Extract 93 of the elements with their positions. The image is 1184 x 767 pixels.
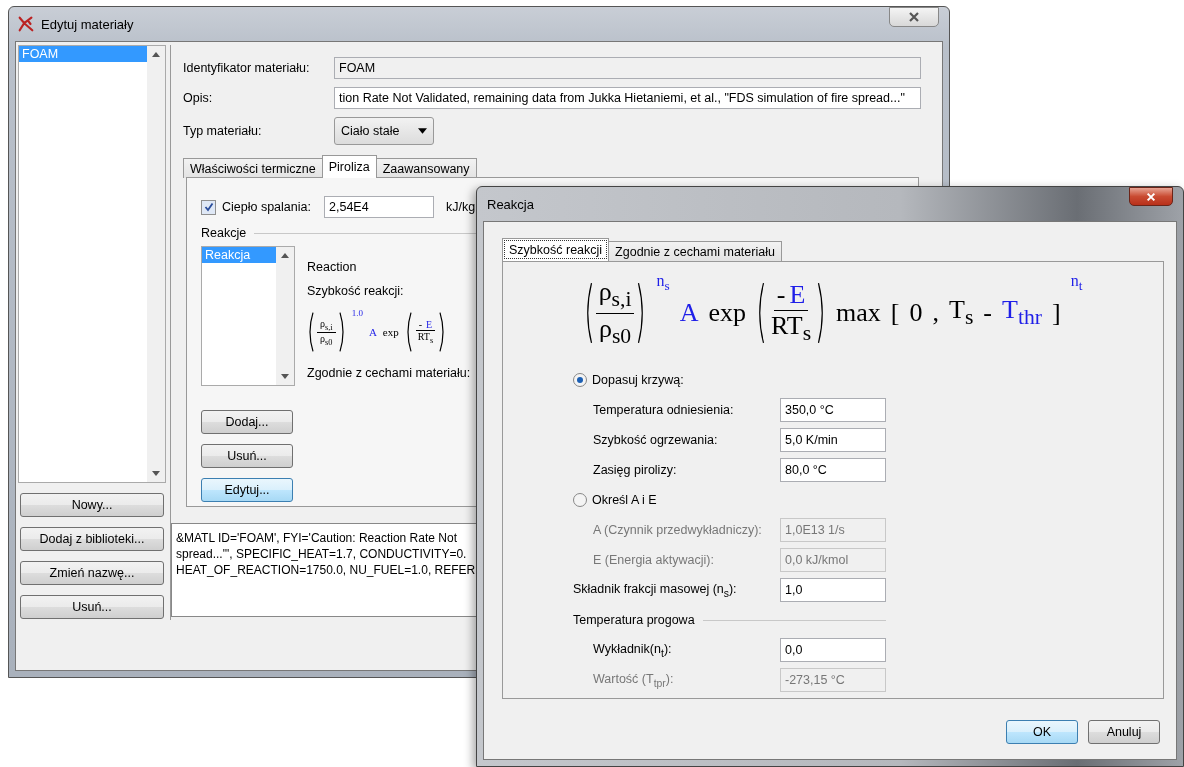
formula-term: T$_{s}$: [949, 295, 974, 331]
formula-term: ρ$_{s0}$: [320, 332, 333, 347]
formula-term: exp: [708, 298, 746, 328]
scroll-up-icon[interactable]: [281, 253, 289, 258]
option-label: Określ A i E: [592, 493, 657, 507]
field-label: Składnik frakcji masowej (n$_{s}$):: [573, 581, 738, 599]
field-label: Temperatura odniesienia:: [593, 403, 735, 417]
tab[interactable]: Właściwości termiczne: [183, 158, 323, 178]
group-label: Temperatura progowa: [573, 613, 695, 627]
parenthesis-icon: [756, 282, 766, 344]
side-button[interactable]: Zmień nazwę...: [20, 561, 164, 585]
formula-term: RT$_{s}$: [417, 331, 434, 345]
close-button[interactable]: [1129, 187, 1173, 206]
checkbox[interactable]: [201, 199, 216, 215]
parenthesis-icon: [438, 312, 447, 352]
formula-term: ρ$_{s,i}$: [320, 317, 333, 332]
close-icon: [1145, 191, 1157, 202]
formula-term: RT$_{s}$: [771, 310, 812, 347]
tab[interactable]: Zaawansowany: [375, 158, 477, 178]
formula-term: ρ$_{s,i}$: [598, 277, 632, 313]
parenthesis-icon: [404, 312, 413, 352]
output-line: &MATL ID='FOAM', FYI='Caution: Reaction Rate Not: [176, 530, 457, 546]
formula-term: A: [679, 298, 699, 328]
formula-term: n$_{s}$: [656, 272, 670, 289]
side-button[interactable]: Usuń...: [20, 595, 164, 619]
field-label: Identyfikator materiału:: [183, 61, 311, 75]
scrollbar[interactable]: [147, 46, 165, 482]
formula-term: exp: [382, 326, 399, 338]
formula-term: -: [776, 279, 786, 310]
close-icon: [907, 11, 921, 23]
reaction-button[interactable]: Dodaj...: [201, 410, 293, 434]
field-label: Ciepło spalania:: [222, 200, 312, 214]
field-label: Zasięg pirolizy:: [593, 463, 678, 477]
formula-term: A: [368, 326, 377, 338]
output-line: HEAT_OF_REACTION=1750.0, NU_FUEL=1.0, REFER: [176, 562, 476, 578]
side-button[interactable]: Dodaj z biblioteki...: [20, 527, 164, 551]
description-field[interactable]: tion Rate Not Validated, remaining data from Jukka Hietaniemi, et al., "FDS simulation of fire spread...": [334, 87, 921, 109]
reaction-name: Reaction: [307, 260, 358, 274]
value-field[interactable]: 0,0: [780, 638, 886, 662]
unit-label: kJ/kg: [446, 200, 476, 214]
formula-term: ]: [1052, 298, 1061, 328]
scroll-up-icon[interactable]: [152, 52, 160, 57]
radio-button[interactable]: [573, 493, 587, 507]
dialog-title: Reakcja: [487, 196, 535, 212]
formula-term: E: [426, 319, 433, 330]
tab[interactable]: Zgodnie z cechami materiału: [608, 241, 782, 261]
formula-term: 1.0: [351, 308, 363, 318]
dialog-button[interactable]: OK: [1006, 720, 1078, 744]
app-icon: [17, 15, 35, 33]
value-field[interactable]: 350,0 °C: [780, 398, 886, 422]
formula-term: -: [983, 298, 993, 328]
group-label: Reakcje: [201, 226, 247, 240]
tab[interactable]: Szybkość reakcji: [502, 238, 610, 261]
formula-term: ,: [932, 298, 940, 328]
option-label: Dopasuj krzywą:: [592, 373, 684, 387]
scroll-down-icon[interactable]: [281, 374, 289, 379]
formula-term: [: [890, 298, 900, 328]
scroll-down-icon[interactable]: [152, 471, 160, 476]
field-label: Wykładnik(n$_{t}$):: [593, 641, 673, 659]
radio-button[interactable]: [573, 373, 587, 387]
value-field[interactable]: 1,0: [780, 578, 886, 602]
field-label: Wartość (T$_{tpr}$):: [593, 671, 675, 689]
scrollbar[interactable]: [276, 247, 294, 385]
caret-icon: [418, 128, 427, 134]
close-button[interactable]: [889, 7, 939, 27]
reaction-button[interactable]: Usuń...: [201, 444, 293, 468]
heat-field[interactable]: 2,54E4: [324, 196, 434, 218]
formula-term: T$_{thr}$: [1002, 295, 1042, 331]
material-label: Zgodnie z cechami materiału:: [307, 366, 471, 380]
output-line: spread..."', SPECIFIC_HEAT=1.7, CONDUCTIVITY=0.: [176, 546, 467, 562]
formula-term: max: [836, 298, 881, 328]
field-label: Opis:: [183, 91, 214, 105]
id-field[interactable]: FOAM: [334, 57, 921, 79]
type-dropdown[interactable]: Ciało stałe: [334, 117, 434, 145]
field-label: Typ materiału:: [183, 124, 263, 138]
formula-term: -: [418, 319, 423, 330]
formula-term: n$_{t}$: [1070, 272, 1083, 289]
reaction-button[interactable]: Edytuj...: [201, 478, 293, 502]
tab[interactable]: Piroliza: [321, 155, 377, 178]
value-field[interactable]: 80,0 °C: [780, 458, 886, 482]
value-field[interactable]: 5,0 K/min: [780, 428, 886, 452]
parenthesis-icon: [337, 312, 346, 352]
formula-term: ρ$_{s0}$: [598, 313, 632, 349]
field-label: Szybkość ogrzewania:: [593, 433, 719, 447]
formula-term: E: [789, 279, 806, 310]
field-label: A (Czynnik przedwykładniczy):: [593, 523, 763, 537]
parenthesis-icon: [307, 312, 315, 352]
dialog-button[interactable]: Anuluj: [1088, 720, 1160, 744]
side-button[interactable]: Nowy...: [20, 493, 164, 517]
field-label: E (Energia aktywacji):: [593, 553, 715, 567]
rate-label: Szybkość reakcji:: [307, 284, 405, 298]
window-title: Edytuj materiały: [41, 16, 135, 32]
formula-term: 0: [909, 298, 923, 328]
